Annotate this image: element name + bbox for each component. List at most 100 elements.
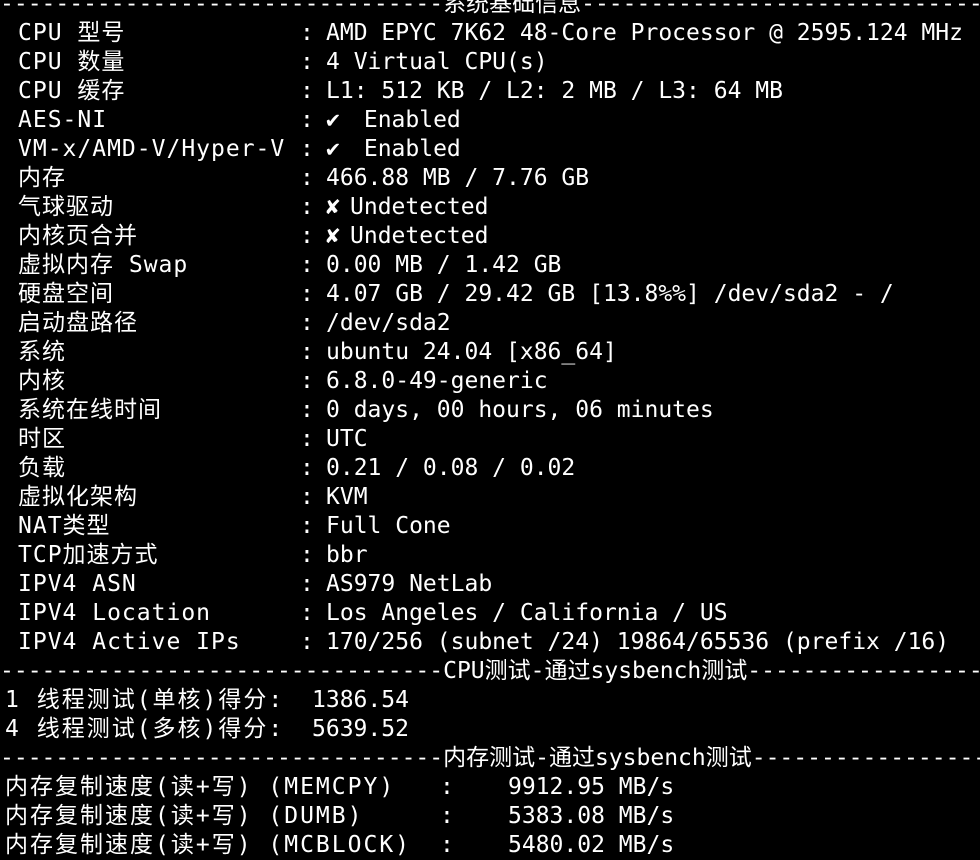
section-header-text: --------------------------------内存测试-通过s… — [0, 745, 980, 771]
info-key: 内核页合并 — [18, 223, 138, 249]
section-header-cpu-test: --------------------------------CPU测试-通过… — [0, 657, 980, 686]
info-row: 内核:6.8.0-49-generic — [0, 367, 980, 396]
info-key: CPU 数量 — [18, 49, 126, 75]
info-row: CPU 缓存: L1: 512 KB / L2: 2 MB / L3: 64 MB — [0, 77, 980, 106]
mem-test-label: 内存复制速度(读+写) (DUMB) — [5, 803, 364, 829]
section-header-text: --------------------------------系统基础信息--… — [0, 0, 980, 17]
info-value: Full Cone — [326, 513, 451, 539]
cpu-test-score: 1386.54 — [312, 687, 409, 713]
info-key: IPV4 ASN — [18, 571, 137, 597]
info-key: 负载 — [18, 455, 66, 481]
info-value-wrap: 170/256 (subnet /24) 19864/65536 (prefix… — [326, 628, 949, 657]
info-row: TCP加速方式: bbr — [0, 541, 980, 570]
mem-test-row: 内存复制速度(读+写) (MCBLOCK): 5480.02 MB/s — [0, 831, 980, 860]
info-colon: : — [300, 20, 314, 46]
info-colon: : — [300, 339, 314, 365]
info-value-wrap: 466.88 MB / 7.76 GB — [326, 164, 589, 193]
info-key: AES-NI — [18, 107, 108, 133]
info-value-wrap: Los Angeles / California / US — [326, 599, 728, 628]
cpu-test-row: 1 线程测试(单核)得分: 1386.54 — [0, 686, 980, 715]
info-value-wrap: 4 Virtual CPU(s) — [326, 48, 548, 77]
info-colon: : — [300, 455, 314, 481]
info-colon: : — [300, 78, 314, 104]
info-colon: : — [300, 281, 314, 307]
info-row: NAT类型: Full Cone — [0, 512, 980, 541]
info-key: IPV4 Active IPs — [18, 629, 241, 655]
section-header-text: --------------------------------CPU测试-通过… — [0, 658, 980, 684]
mem-test-label: 内存复制速度(读+写) (MCBLOCK) — [5, 832, 412, 858]
info-colon: : — [300, 484, 314, 510]
info-key: 虚拟内存 Swap — [18, 252, 189, 278]
info-value-wrap: ✘ Undetected — [326, 222, 488, 251]
info-value: 0.00 MB / 1.42 GB — [326, 252, 562, 278]
info-value-wrap: 0 days, 00 hours, 06 minutes — [326, 396, 714, 425]
info-colon: : — [300, 107, 314, 133]
info-value: 6.8.0-49-generic — [326, 368, 548, 394]
info-value-wrap: 0.21 / 0.08 / 0.02 — [326, 454, 575, 483]
info-value: Enabled — [350, 136, 461, 162]
info-row: 时区: UTC — [0, 425, 980, 454]
mem-test-row: 内存复制速度(读+写) (DUMB): 5383.08 MB/s — [0, 802, 980, 831]
cpu-test-score: 5639.52 — [312, 716, 409, 742]
info-row: 内存:466.88 MB / 7.76 GB — [0, 164, 980, 193]
info-key: TCP加速方式 — [18, 542, 159, 568]
info-value-wrap: AS979 NetLab — [326, 570, 492, 599]
cpu-test-row: 4 线程测试(多核)得分: 5639.52 — [0, 715, 980, 744]
info-row: 内核页合并: ✘ Undetected — [0, 222, 980, 251]
info-row: AES-NI: ✔ Enabled — [0, 106, 980, 135]
cross-icon: ✘ — [326, 194, 340, 220]
info-value: AS979 NetLab — [326, 571, 493, 597]
info-value-wrap: L1: 512 KB / L2: 2 MB / L3: 64 MB — [326, 77, 783, 106]
info-row: 硬盘空间:4.07 GB / 29.42 GB [13.8%%] /dev/sd… — [0, 280, 980, 309]
info-value: UTC — [326, 426, 368, 452]
info-value: 466.88 MB / 7.76 GB — [326, 165, 590, 191]
info-value-wrap: UTC — [326, 425, 368, 454]
info-key: IPV4 Location — [18, 600, 212, 626]
terminal-output[interactable]: --------------------------------系统基础信息--… — [0, 0, 980, 860]
system-info-block: CPU 型号: AMD EPYC 7K62 48-Core Processor @… — [0, 19, 980, 657]
info-colon: : — [300, 542, 314, 568]
info-value-wrap: KVM — [326, 483, 368, 512]
check-icon: ✔ — [326, 107, 340, 133]
mem-test-block: 内存复制速度(读+写) (MEMCPY):9912.95 MB/s 内存复制速度(… — [0, 773, 980, 860]
info-value: /dev/sda2 — [326, 310, 451, 336]
info-row: IPV4 Active IPs:170/256 (subnet /24) 198… — [0, 628, 980, 657]
info-value: KVM — [326, 484, 368, 510]
info-colon: : — [300, 223, 314, 249]
info-value: 0 days, 00 hours, 06 minutes — [326, 397, 714, 423]
info-colon: : — [300, 252, 314, 278]
info-key: 系统 — [18, 339, 66, 365]
info-key: 硬盘空间 — [18, 281, 114, 307]
mem-test-label: 内存复制速度(读+写) (MEMCPY) — [5, 774, 396, 800]
info-colon: : — [300, 49, 314, 75]
info-key: 内存 — [18, 165, 66, 191]
info-colon: : — [300, 136, 314, 162]
info-colon: : — [300, 397, 314, 423]
info-key: NAT类型 — [18, 513, 111, 539]
info-colon: : — [300, 513, 314, 539]
info-colon: : — [300, 194, 314, 220]
mem-test-speed: 5383.08 MB/s — [508, 803, 675, 829]
info-key: 气球驱动 — [18, 194, 114, 220]
section-header-system-info: --------------------------------系统基础信息--… — [0, 0, 980, 19]
info-row: 虚拟内存 Swap:0.00 MB / 1.42 GB — [0, 251, 980, 280]
cross-icon: ✘ — [326, 223, 340, 249]
info-value-wrap: ✔ Enabled — [326, 135, 461, 164]
info-colon: : — [300, 310, 314, 336]
info-value: 0.21 / 0.08 / 0.02 — [326, 455, 576, 481]
info-value: 170/256 (subnet /24) 19864/65536 (prefix… — [326, 629, 950, 655]
check-icon: ✔ — [326, 136, 340, 162]
cpu-test-block: 1 线程测试(单核)得分: 1386.54 4 线程测试(多核)得分: 5639.52 — [0, 686, 980, 744]
info-key: 时区 — [18, 426, 66, 452]
mem-test-speed: 5480.02 MB/s — [508, 832, 675, 858]
info-colon: : — [300, 629, 314, 655]
info-value: 4.07 GB / 29.42 GB [13.8%%] /dev/sda2 - … — [326, 281, 894, 307]
info-row: IPV4 Location: Los Angeles / California /… — [0, 599, 980, 628]
info-colon: : — [300, 426, 314, 452]
info-row: 气球驱动: ✘ Undetected — [0, 193, 980, 222]
info-value-wrap: ✘ Undetected — [326, 193, 488, 222]
info-row: 负载:0.21 / 0.08 / 0.02 — [0, 454, 980, 483]
info-colon: : — [300, 571, 314, 597]
info-value-wrap: 6.8.0-49-generic — [326, 367, 548, 396]
info-value-wrap: ubuntu 24.04 [x86_64] — [326, 338, 617, 367]
